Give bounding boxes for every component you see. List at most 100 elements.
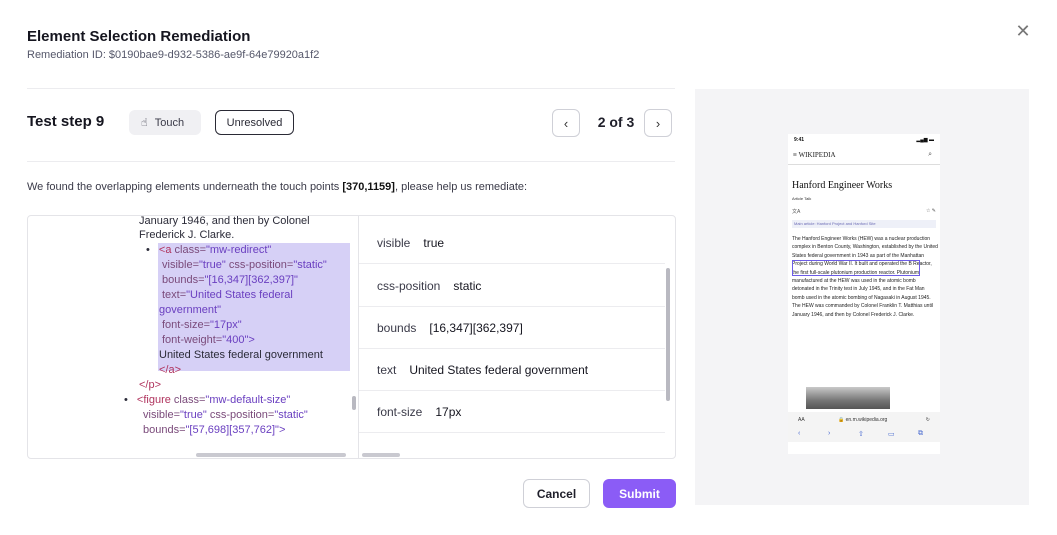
- property-value: true: [423, 235, 445, 250]
- dom-tree-vertical-scrollbar[interactable]: [352, 396, 356, 410]
- touch-target-box: [792, 260, 920, 276]
- property-key: text: [377, 362, 397, 377]
- tabs-icon: ⧉: [918, 430, 923, 437]
- submit-button[interactable]: Submit: [603, 479, 676, 508]
- text-size-icon: AA: [798, 417, 805, 423]
- code-value: "static": [274, 409, 308, 421]
- property-row: bounds [16,347][362,397]: [359, 307, 665, 349]
- property-row: visible true: [359, 222, 665, 264]
- action-chip: ☝ Touch: [129, 110, 201, 135]
- code-attr-line: bounds="[16,347][362,397]": [162, 274, 298, 286]
- property-row: css-position static: [359, 265, 665, 307]
- star-edit-icons: ☆ ✎: [925, 208, 936, 214]
- code-value: "mw-default-size": [205, 394, 291, 406]
- chevron-left-icon: ‹: [563, 115, 569, 131]
- header-divider: [27, 88, 675, 89]
- code-attr: font-weight=: [162, 334, 223, 346]
- touch-points: [370,1159]: [342, 181, 395, 193]
- property-key: bounds: [377, 320, 417, 335]
- phone-header-divider: [788, 164, 940, 165]
- forward-icon: ›: [828, 430, 831, 437]
- property-value: [16,347][362,397]: [429, 320, 523, 335]
- code-value: "true": [199, 259, 226, 271]
- phone-time: 9:41: [794, 137, 805, 143]
- code-value: "static": [293, 259, 327, 271]
- code-attr: class=: [171, 244, 207, 256]
- previous-button[interactable]: ‹: [552, 109, 580, 137]
- share-icon: ⇧: [858, 431, 864, 438]
- code-tag: <a: [158, 244, 172, 256]
- properties-pane[interactable]: visible true css-position static bounds …: [359, 216, 675, 458]
- code-value: "United States federal: [186, 289, 293, 301]
- code-value: government": [159, 304, 221, 316]
- property-row: font-size 17px: [359, 391, 665, 433]
- code-attr-line: bounds="[57,698][357,762]">: [143, 424, 285, 436]
- property-value: United States federal government: [409, 362, 589, 377]
- code-value: "true": [180, 409, 207, 421]
- info-message: We found the overlapping elements undern…: [27, 181, 527, 193]
- code-node-a[interactable]: • <a class="mw-redirect": [146, 244, 271, 256]
- hatnote: Main article: Hanford Project and Hanfor…: [792, 220, 936, 228]
- touch-icon: ☝: [141, 117, 148, 129]
- code-text-line: January 1946, and then by Colonel: [139, 216, 310, 227]
- property-key: visible: [377, 235, 411, 250]
- info-suffix: , please help us remediate:: [394, 181, 528, 193]
- property-value: static: [453, 278, 482, 293]
- phone-screenshot: 9:41 ▂▄▆ ▬ ≡ WIKIPEDIA ⌕ Hanford Enginee…: [788, 134, 940, 454]
- cancel-button[interactable]: Cancel: [523, 479, 590, 508]
- inspector-panel: January 1946, and then by Colonel Freder…: [27, 215, 676, 459]
- dom-tree-pane[interactable]: January 1946, and then by Colonel Freder…: [28, 216, 358, 458]
- status-badge: Unresolved: [215, 110, 294, 135]
- property-key: css-position: [377, 278, 441, 293]
- code-attr: class=: [170, 394, 206, 406]
- phone-toolbar: ‹ › ⇧ ▭ ⧉: [788, 428, 940, 442]
- code-attr-line: font-weight="400">: [162, 334, 255, 346]
- expand-bullet: •: [124, 394, 128, 406]
- code-text-line: Frederick J. Clarke.: [139, 229, 235, 241]
- code-attr: css-position=: [225, 259, 294, 271]
- code-value: "mw-redirect": [206, 244, 272, 256]
- phone-url: 🔒 en.m.wikipedia.org: [838, 417, 888, 423]
- code-attr-line: text="United States federal: [162, 289, 293, 301]
- article-title: Hanford Engineer Works: [792, 180, 893, 191]
- code-attr: bounds=: [143, 424, 186, 436]
- dom-tree-horizontal-scrollbar[interactable]: [196, 453, 346, 457]
- code-text-line: United States federal government: [159, 349, 323, 361]
- code-attr-line: visible="true" css-position="static": [162, 259, 327, 271]
- code-node-figure[interactable]: • <figure class="mw-default-size": [124, 394, 290, 406]
- info-prefix: We found the overlapping elements undern…: [27, 181, 343, 193]
- pager-count: 2 of 3: [597, 114, 635, 130]
- language-icon: 文A: [792, 209, 801, 215]
- article-body: The Hanford Engineer Works (HEW) was a n…: [792, 236, 938, 318]
- properties-horizontal-scrollbar[interactable]: [362, 453, 400, 457]
- remediation-id: Remediation ID: $0190bae9-d932-5386-ae9f…: [27, 49, 320, 61]
- code-attr: visible=: [143, 409, 180, 421]
- code-value: "[16,347][362,397]": [204, 274, 298, 286]
- code-attr: bounds=: [162, 274, 205, 286]
- article-tools: 文A ☆ ✎: [792, 208, 936, 215]
- back-icon: ‹: [798, 430, 801, 437]
- screenshot-preview: 9:41 ▂▄▆ ▬ ≡ WIKIPEDIA ⌕ Hanford Enginee…: [695, 89, 1029, 505]
- code-value: "400">: [222, 334, 255, 346]
- modal-title: Element Selection Remediation: [27, 28, 251, 45]
- bookmarks-icon: ▭: [888, 431, 895, 438]
- close-icon[interactable]: ✕: [1014, 22, 1032, 40]
- article-image: [806, 387, 890, 409]
- code-tag: </a>: [159, 364, 182, 376]
- phone-url-bar: AA 🔒 en.m.wikipedia.org ↻: [788, 412, 940, 428]
- code-value: "[57,698][357,762]">: [185, 424, 286, 436]
- next-button[interactable]: ›: [644, 109, 672, 137]
- code-value: "17px": [210, 319, 242, 331]
- properties-vertical-scrollbar[interactable]: [666, 268, 670, 401]
- search-icon: ⌕: [928, 151, 932, 158]
- code-tag: <figure: [136, 394, 171, 406]
- code-attr-line: visible="true" css-position="static": [143, 409, 308, 421]
- reload-icon: ↻: [925, 417, 930, 423]
- code-attr: font-size=: [162, 319, 210, 331]
- property-value: 17px: [435, 404, 462, 419]
- wikipedia-logo: ≡ WIKIPEDIA: [793, 151, 836, 159]
- code-attr-line: font-size="17px": [162, 319, 242, 331]
- phone-status-icons: ▂▄▆ ▬: [916, 137, 934, 143]
- code-tag: </p>: [139, 379, 162, 391]
- expand-bullet: •: [146, 244, 150, 256]
